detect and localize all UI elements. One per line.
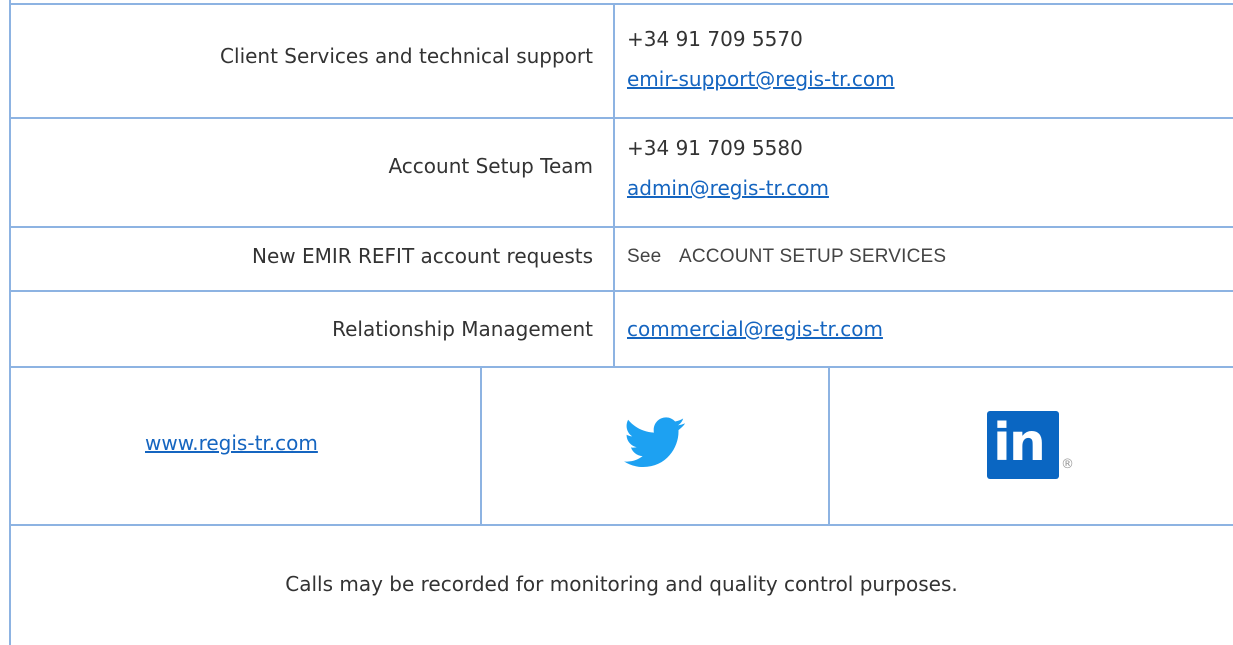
row-divider-3 bbox=[9, 290, 1233, 292]
phone-client-services: +34 91 709 5570 bbox=[627, 27, 803, 51]
table-border-left bbox=[9, 0, 11, 645]
row-label-client-services: Client Services and technical support bbox=[220, 44, 593, 68]
row-divider-4 bbox=[9, 366, 1233, 368]
row-divider-2 bbox=[9, 226, 1233, 228]
row-label-relationship-management: Relationship Management bbox=[332, 317, 593, 341]
links-divider-1 bbox=[480, 366, 482, 526]
account-setup-services-text: ACCOUNT SETUP SERVICES bbox=[679, 246, 947, 267]
linkedin-logo-text: in bbox=[993, 413, 1046, 473]
registered-mark: ® bbox=[1061, 457, 1074, 472]
website-link[interactable]: www.regis-tr.com bbox=[145, 430, 318, 456]
linkedin-icon[interactable]: in bbox=[987, 411, 1059, 479]
see-prefix: See bbox=[627, 246, 662, 267]
row-divider-1 bbox=[9, 117, 1233, 119]
email-link-admin[interactable]: admin@regis-tr.com bbox=[627, 175, 829, 201]
table-grid bbox=[0, 0, 1233, 645]
recording-notice: Calls may be recorded for monitoring and… bbox=[285, 572, 958, 596]
row-label-account-setup: Account Setup Team bbox=[388, 154, 593, 178]
column-divider bbox=[613, 3, 615, 367]
phone-account-setup: +34 91 709 5580 bbox=[627, 136, 803, 160]
row-divider-5 bbox=[9, 524, 1233, 526]
email-link-support[interactable]: emir-support@regis-tr.com bbox=[627, 66, 895, 92]
email-link-commercial[interactable]: commercial@regis-tr.com bbox=[627, 316, 883, 342]
row-label-new-account-requests: New EMIR REFIT account requests bbox=[251, 244, 593, 268]
contact-table: Client Services and technical support +3… bbox=[0, 0, 1233, 645]
links-divider-2 bbox=[828, 366, 830, 526]
twitter-bird-icon[interactable] bbox=[624, 416, 686, 470]
table-border-top bbox=[9, 3, 1233, 5]
